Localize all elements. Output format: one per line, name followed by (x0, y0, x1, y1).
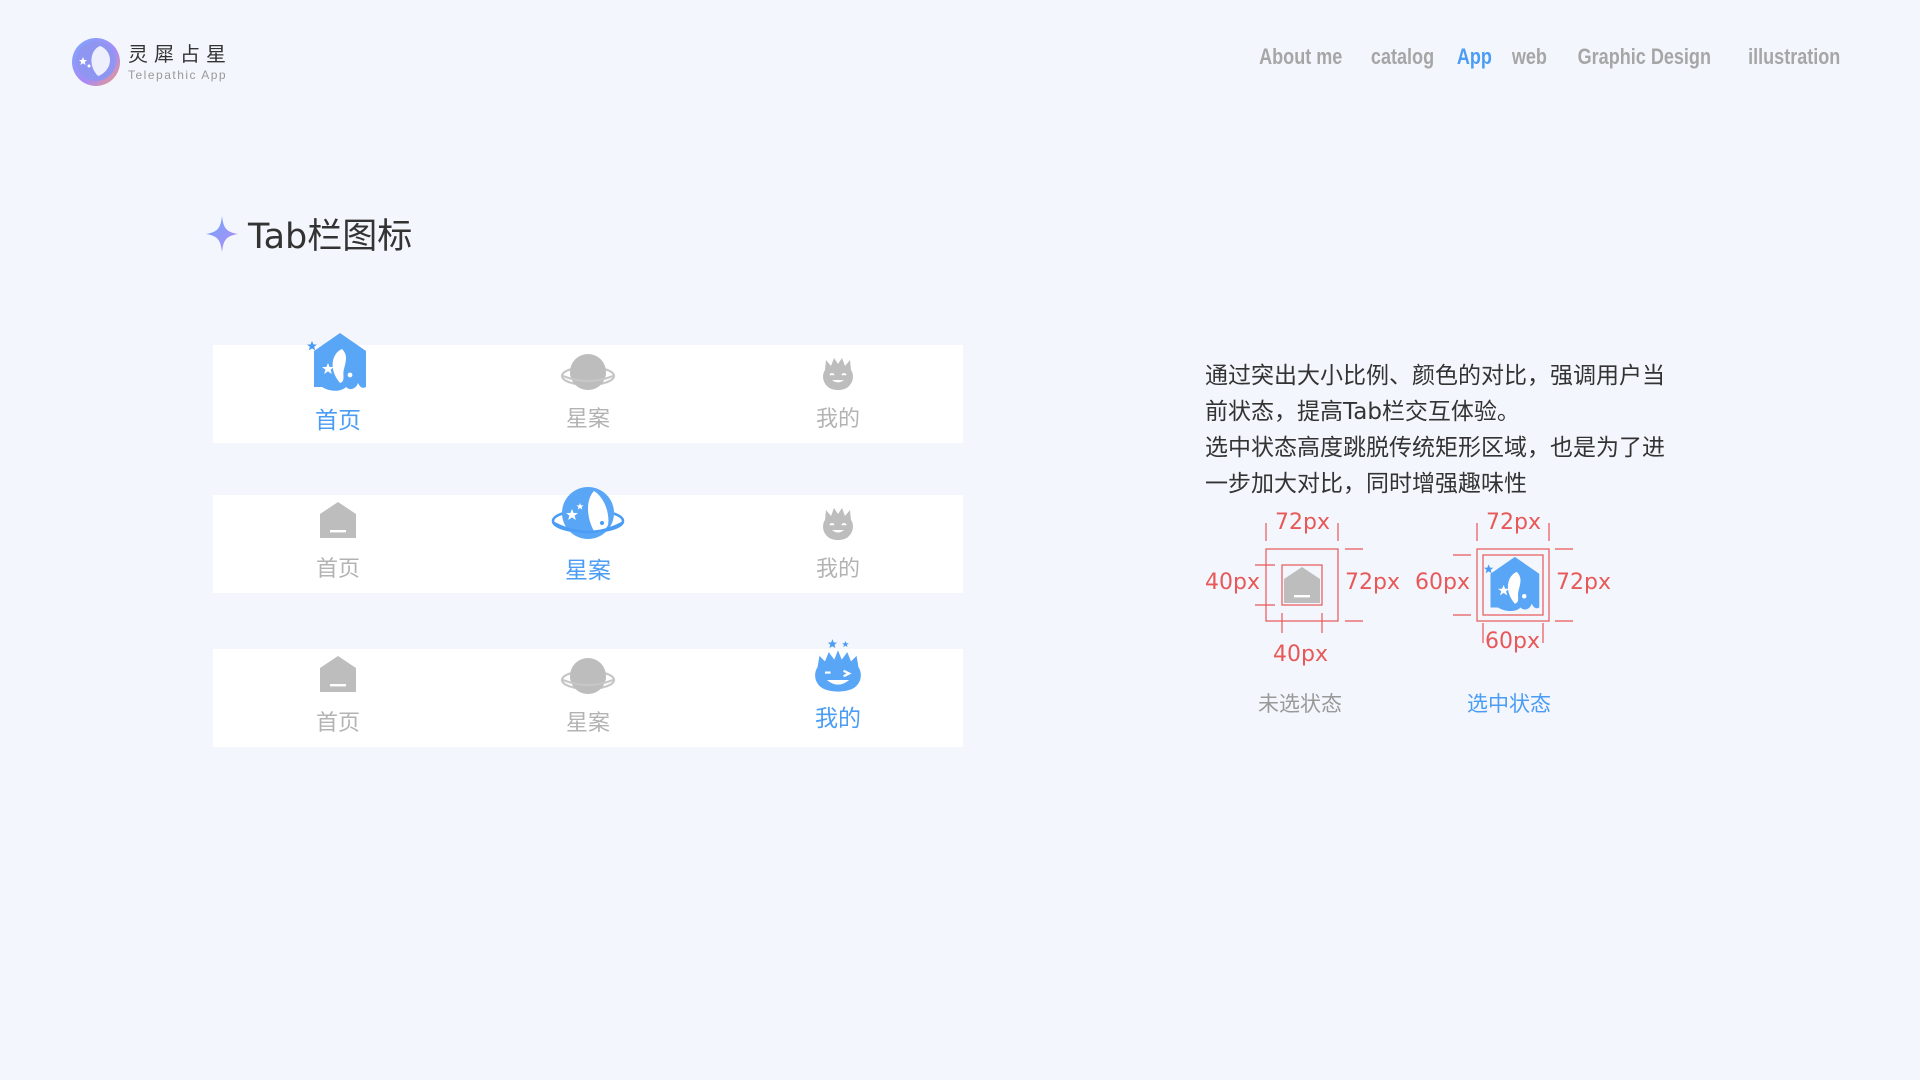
planet-icon (560, 352, 616, 392)
tab-home[interactable]: 首页 (213, 495, 463, 593)
description-line: 选中状态高度跳脱传统矩形区域，也是为了进 (1205, 435, 1665, 461)
section-title-text: Tab栏图标 (248, 217, 413, 257)
top-nav: About me catalog App web Graphic Design … (1250, 44, 1850, 70)
tab-profile-label: 我的 (815, 407, 860, 432)
profile-icon (818, 352, 858, 392)
spec-width-label: 72px (1275, 510, 1330, 535)
logo-name: 灵犀占星 (128, 42, 232, 66)
logo-subtitle: Telepathic App (128, 68, 228, 82)
tab-home[interactable]: 首页 (213, 649, 463, 747)
sparkle-icon (206, 215, 238, 252)
tab-profile[interactable]: 我的 (713, 649, 963, 747)
spec-inner-label: 40px (1205, 570, 1260, 595)
icon-size-spec: 72px 40px 72px 40px 未选状态 72px 60px 72px … (1195, 505, 1645, 725)
spec-selected-caption: 选中状态 (1467, 692, 1551, 716)
profile-icon (818, 502, 858, 542)
home-icon (318, 654, 358, 694)
tab-profile[interactable]: 我的 (713, 495, 963, 593)
description-line: 一步加大对比，同时增强趣味性 (1205, 471, 1527, 497)
nav-about-me[interactable]: About me (1259, 44, 1342, 70)
planet-icon (560, 656, 616, 696)
spec-height-label: 72px (1556, 570, 1611, 595)
tab-planet[interactable]: 星案 (463, 649, 713, 747)
section-title: Tab栏图标 (204, 208, 412, 259)
nav-illustration[interactable]: illustration (1748, 44, 1840, 70)
nav-graphic-design[interactable]: Graphic Design (1577, 44, 1710, 70)
tabbar-planet-selected: 首页 星案 我的 (213, 495, 963, 593)
home-icon (306, 331, 370, 395)
tab-planet[interactable]: 星案 (463, 495, 713, 593)
description-line: 前状态，提高Tab栏交互体验。 (1205, 399, 1520, 425)
tab-home-label: 首页 (315, 557, 360, 582)
tab-planet-label: 星案 (565, 558, 611, 584)
tab-profile-label: 我的 (815, 557, 860, 582)
home-icon (1282, 565, 1322, 605)
nav-app[interactable]: App (1457, 44, 1492, 70)
tab-planet-label: 星案 (565, 407, 610, 432)
logo[interactable]: 灵犀占星 Telepathic App (70, 36, 232, 88)
tab-planet-label: 星案 (565, 711, 610, 736)
tab-home-label: 首页 (315, 408, 361, 434)
description: 通过突出大小比例、颜色的对比，强调用户当 前状态，提高Tab栏交互体验。 选中状… (1205, 358, 1725, 502)
home-icon (1483, 555, 1543, 615)
home-icon (318, 500, 358, 540)
tab-profile[interactable]: 我的 (713, 345, 963, 443)
description-line: 通过突出大小比例、颜色的对比，强调用户当 (1205, 363, 1665, 389)
tab-planet[interactable]: 星案 (463, 345, 713, 443)
spec-width-label: 72px (1486, 510, 1541, 535)
logo-moon-icon (72, 38, 120, 86)
tab-profile-label: 我的 (815, 706, 861, 732)
tabbar-profile-selected: 首页 星案 我的 (213, 649, 963, 747)
spec-inner-label: 60px (1415, 570, 1470, 595)
nav-web[interactable]: web (1512, 44, 1547, 70)
spec-height-label: 72px (1345, 570, 1400, 595)
spec-inner-bottom-label: 60px (1485, 629, 1540, 654)
nav-catalog[interactable]: catalog (1371, 44, 1434, 70)
tabbar-home-selected: 首页 星案 我的 (213, 345, 963, 443)
profile-icon (812, 637, 864, 697)
spec-unselected-caption: 未选状态 (1258, 692, 1342, 716)
tab-home-label: 首页 (315, 711, 360, 736)
planet-icon (550, 485, 626, 545)
tab-home[interactable]: 首页 (213, 345, 463, 443)
spec-inner-bottom-label: 40px (1273, 642, 1328, 667)
